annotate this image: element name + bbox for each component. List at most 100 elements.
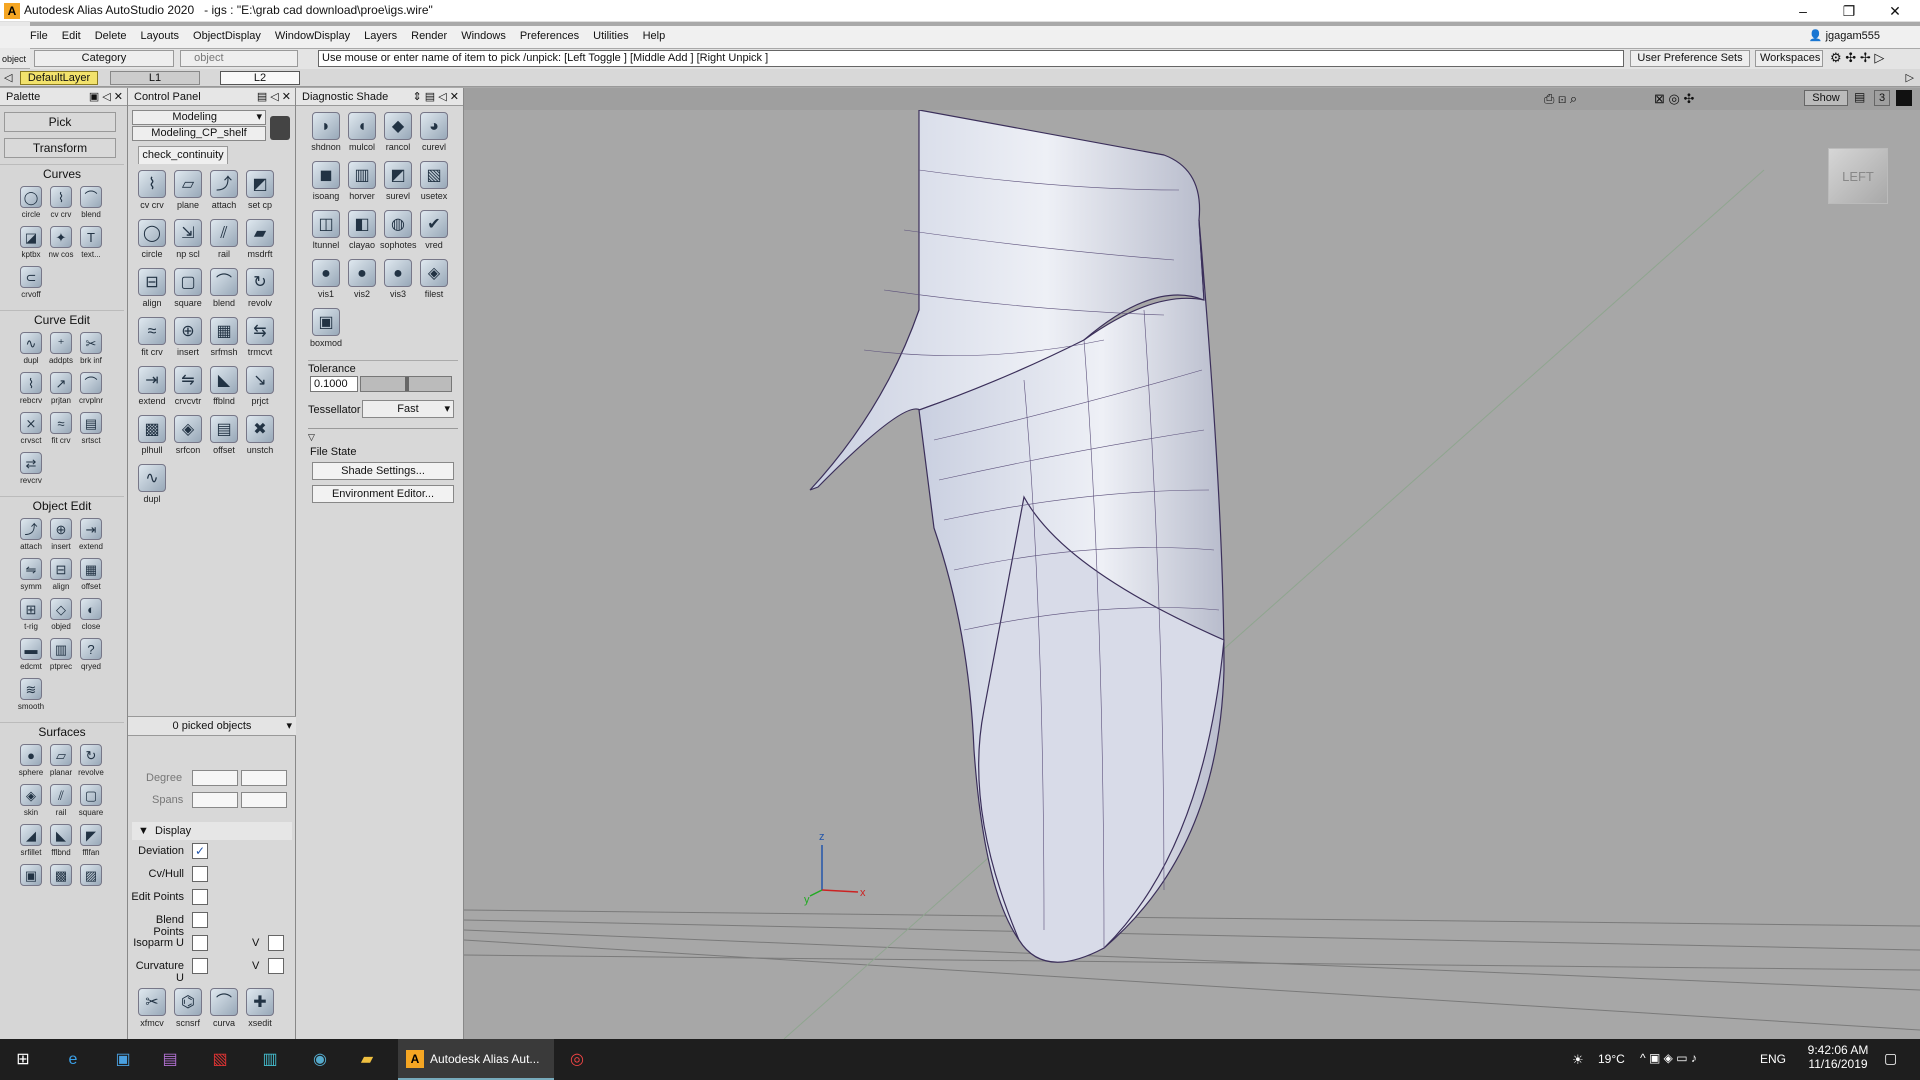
chrome-icon[interactable]: ◎ (562, 1045, 592, 1075)
workspace-icons[interactable]: ⚙ ✣ ✢ ▷ (1830, 50, 1884, 66)
tool-cv-crv[interactable]: ⌇ cv crv (134, 168, 170, 217)
menu-render[interactable]: Render (411, 30, 447, 42)
layer-l1-tab[interactable]: L1 (110, 71, 200, 85)
tool-square[interactable]: ▢ square (170, 266, 206, 315)
tool-usetex[interactable]: ▧ usetex (416, 159, 452, 208)
shelf-dropdown[interactable]: Modeling_CP_shelf (132, 126, 266, 141)
tool-align[interactable]: ⊟ align (134, 266, 170, 315)
tool-item[interactable]: ▨ (76, 862, 106, 902)
app-icon-2[interactable]: ▤ (155, 1045, 185, 1075)
tool-prjtan[interactable]: ↗ prjtan (46, 370, 76, 410)
camera-icons[interactable]: ⎙ ⊡ ⌕ (1544, 91, 1577, 107)
picked-objects-dropdown[interactable]: 0 picked objects ▾ (128, 716, 296, 736)
display-checkbox[interactable] (192, 958, 208, 974)
file-explorer-icon[interactable]: ▰ (352, 1045, 382, 1075)
tool-scnsrf[interactable]: ⌬ scnsrf (170, 986, 206, 1035)
tool-crvplnr[interactable]: ⌒ crvplnr (76, 370, 106, 410)
user-account[interactable]: 👤 jgagam555 (1809, 29, 1880, 42)
tool-fit-crv[interactable]: ≈ fit crv (46, 410, 76, 450)
category-dropdown[interactable]: Category (34, 50, 174, 67)
tool-attach[interactable]: ⤴ attach (16, 516, 46, 556)
app-icon-4[interactable]: ▥ (255, 1045, 285, 1075)
tool-edcmt[interactable]: ▬ edcmt (16, 636, 46, 676)
display-checkbox[interactable] (192, 912, 208, 928)
layout-icon[interactable]: ▤ (1854, 90, 1865, 104)
tool-kptbx[interactable]: ◪ kptbx (16, 224, 46, 264)
layout-icon[interactable]: ✢ (1860, 50, 1871, 65)
user-preference-sets-button[interactable]: User Preference Sets (1630, 50, 1750, 67)
menu-windows[interactable]: Windows (461, 30, 506, 42)
tool-rebcrv[interactable]: ⌇ rebcrv (16, 370, 46, 410)
command-line[interactable]: Use mouse or enter name of item to pick … (318, 50, 1624, 67)
tool-ffblnd[interactable]: ◣ ffblnd (206, 364, 242, 413)
menu-layers[interactable]: Layers (364, 30, 397, 42)
tool-vis1[interactable]: ● vis1 (308, 257, 344, 306)
display-checkbox[interactable] (192, 935, 208, 951)
language-indicator[interactable]: ENG (1760, 1052, 1786, 1066)
tool-curva[interactable]: ⌒ curva (206, 986, 242, 1035)
tool-rail[interactable]: ⫽ rail (206, 217, 242, 266)
tool-insert[interactable]: ⊕ insert (170, 315, 206, 364)
tool-attach[interactable]: ⤴ attach (206, 168, 242, 217)
section-object-edit[interactable]: Object Edit (0, 496, 124, 514)
tool-sphere[interactable]: ● sphere (16, 742, 46, 782)
menu-help[interactable]: Help (643, 30, 666, 42)
environment-editor-button[interactable]: Environment Editor... (312, 485, 454, 503)
tool-srtsct[interactable]: ▤ srtsct (76, 410, 106, 450)
tool-nw-cos[interactable]: ✦ nw cos (46, 224, 76, 264)
expand-icon[interactable]: ▷ (1874, 50, 1884, 65)
tool-boxmod[interactable]: ▣ boxmod (308, 306, 344, 355)
tool-vis2[interactable]: ● vis2 (344, 257, 380, 306)
tool-crvoff[interactable]: ⊂ crvoff (16, 264, 46, 304)
object-field[interactable]: object (180, 50, 298, 67)
display-checkbox[interactable] (192, 889, 208, 905)
tool-item[interactable]: ▣ (16, 862, 46, 902)
tool-trmcvt[interactable]: ⇆ trmcvt (242, 315, 278, 364)
v-checkbox[interactable] (268, 935, 284, 951)
tray-icons[interactable]: ^ ▣ ◈ ▭ ♪ (1640, 1051, 1697, 1065)
tolerance-slider[interactable] (360, 376, 452, 392)
tool-circle[interactable]: ◯ circle (134, 217, 170, 266)
section-curve-edit[interactable]: Curve Edit (0, 310, 124, 328)
tool-addpts[interactable]: ⁺ addpts (46, 330, 76, 370)
tool-ltunnel[interactable]: ◫ ltunnel (308, 208, 344, 257)
menu-edit[interactable]: Edit (62, 30, 81, 42)
start-windows-icon[interactable]: ⊞ (8, 1045, 38, 1075)
diagnostic-close-icon[interactable]: ⇕ ▤ ◁ ✕ (413, 88, 463, 106)
tool-np-scl[interactable]: ⇲ np scl (170, 217, 206, 266)
section-surfaces[interactable]: Surfaces (0, 722, 124, 740)
tool-symm[interactable]: ⇋ symm (16, 556, 46, 596)
dock-icon[interactable]: ⚙ (1830, 50, 1842, 65)
tool-mulcol[interactable]: ◖ mulcol (344, 110, 380, 159)
transform-button[interactable]: Transform (4, 138, 116, 158)
tool-offset[interactable]: ▦ offset (76, 556, 106, 596)
steam-icon[interactable]: ◉ (305, 1045, 335, 1075)
tool-crvsct[interactable]: ⨯ crvsct (16, 410, 46, 450)
tool-ptprec[interactable]: ▥ ptprec (46, 636, 76, 676)
tool-t-rig[interactable]: ⊞ t-rig (16, 596, 46, 636)
tool-blend[interactable]: ⌒ blend (206, 266, 242, 315)
layer-scroll-right-icon[interactable]: ▷ (1906, 71, 1914, 84)
tool-isoang[interactable]: ◼ isoang (308, 159, 344, 208)
tool-vred[interactable]: ✔ vred (416, 208, 452, 257)
menu-delete[interactable]: Delete (95, 30, 127, 42)
view-cube[interactable]: LEFT (1828, 148, 1888, 204)
default-layer-tab[interactable]: DefaultLayer (20, 71, 98, 85)
tool-filest[interactable]: ◈ filest (416, 257, 452, 306)
taskbar-alias-app[interactable]: A Autodesk Alias Aut... (398, 1039, 554, 1080)
pick-button[interactable]: Pick (4, 112, 116, 132)
menu-windowdisplay[interactable]: WindowDisplay (275, 30, 350, 42)
tool-set-cp[interactable]: ◩ set cp (242, 168, 278, 217)
menu-preferences[interactable]: Preferences (520, 30, 579, 42)
tolerance-input[interactable]: 0.1000 (310, 376, 358, 392)
tool-xsedit[interactable]: ✚ xsedit (242, 986, 278, 1035)
tool-fflbnd[interactable]: ◣ fflbnd (46, 822, 76, 862)
v-checkbox[interactable] (268, 958, 284, 974)
app-icon-3[interactable]: ▧ (205, 1045, 235, 1075)
tool-extend[interactable]: ⇥ extend (134, 364, 170, 413)
tool-dupl[interactable]: ∿ dupl (134, 462, 170, 511)
tool-revolv[interactable]: ↻ revolv (242, 266, 278, 315)
tab-check-continuity[interactable]: check_continuity (138, 146, 228, 164)
shade-settings-button[interactable]: Shade Settings... (312, 462, 454, 480)
tool-curevl[interactable]: ◕ curevl (416, 110, 452, 159)
